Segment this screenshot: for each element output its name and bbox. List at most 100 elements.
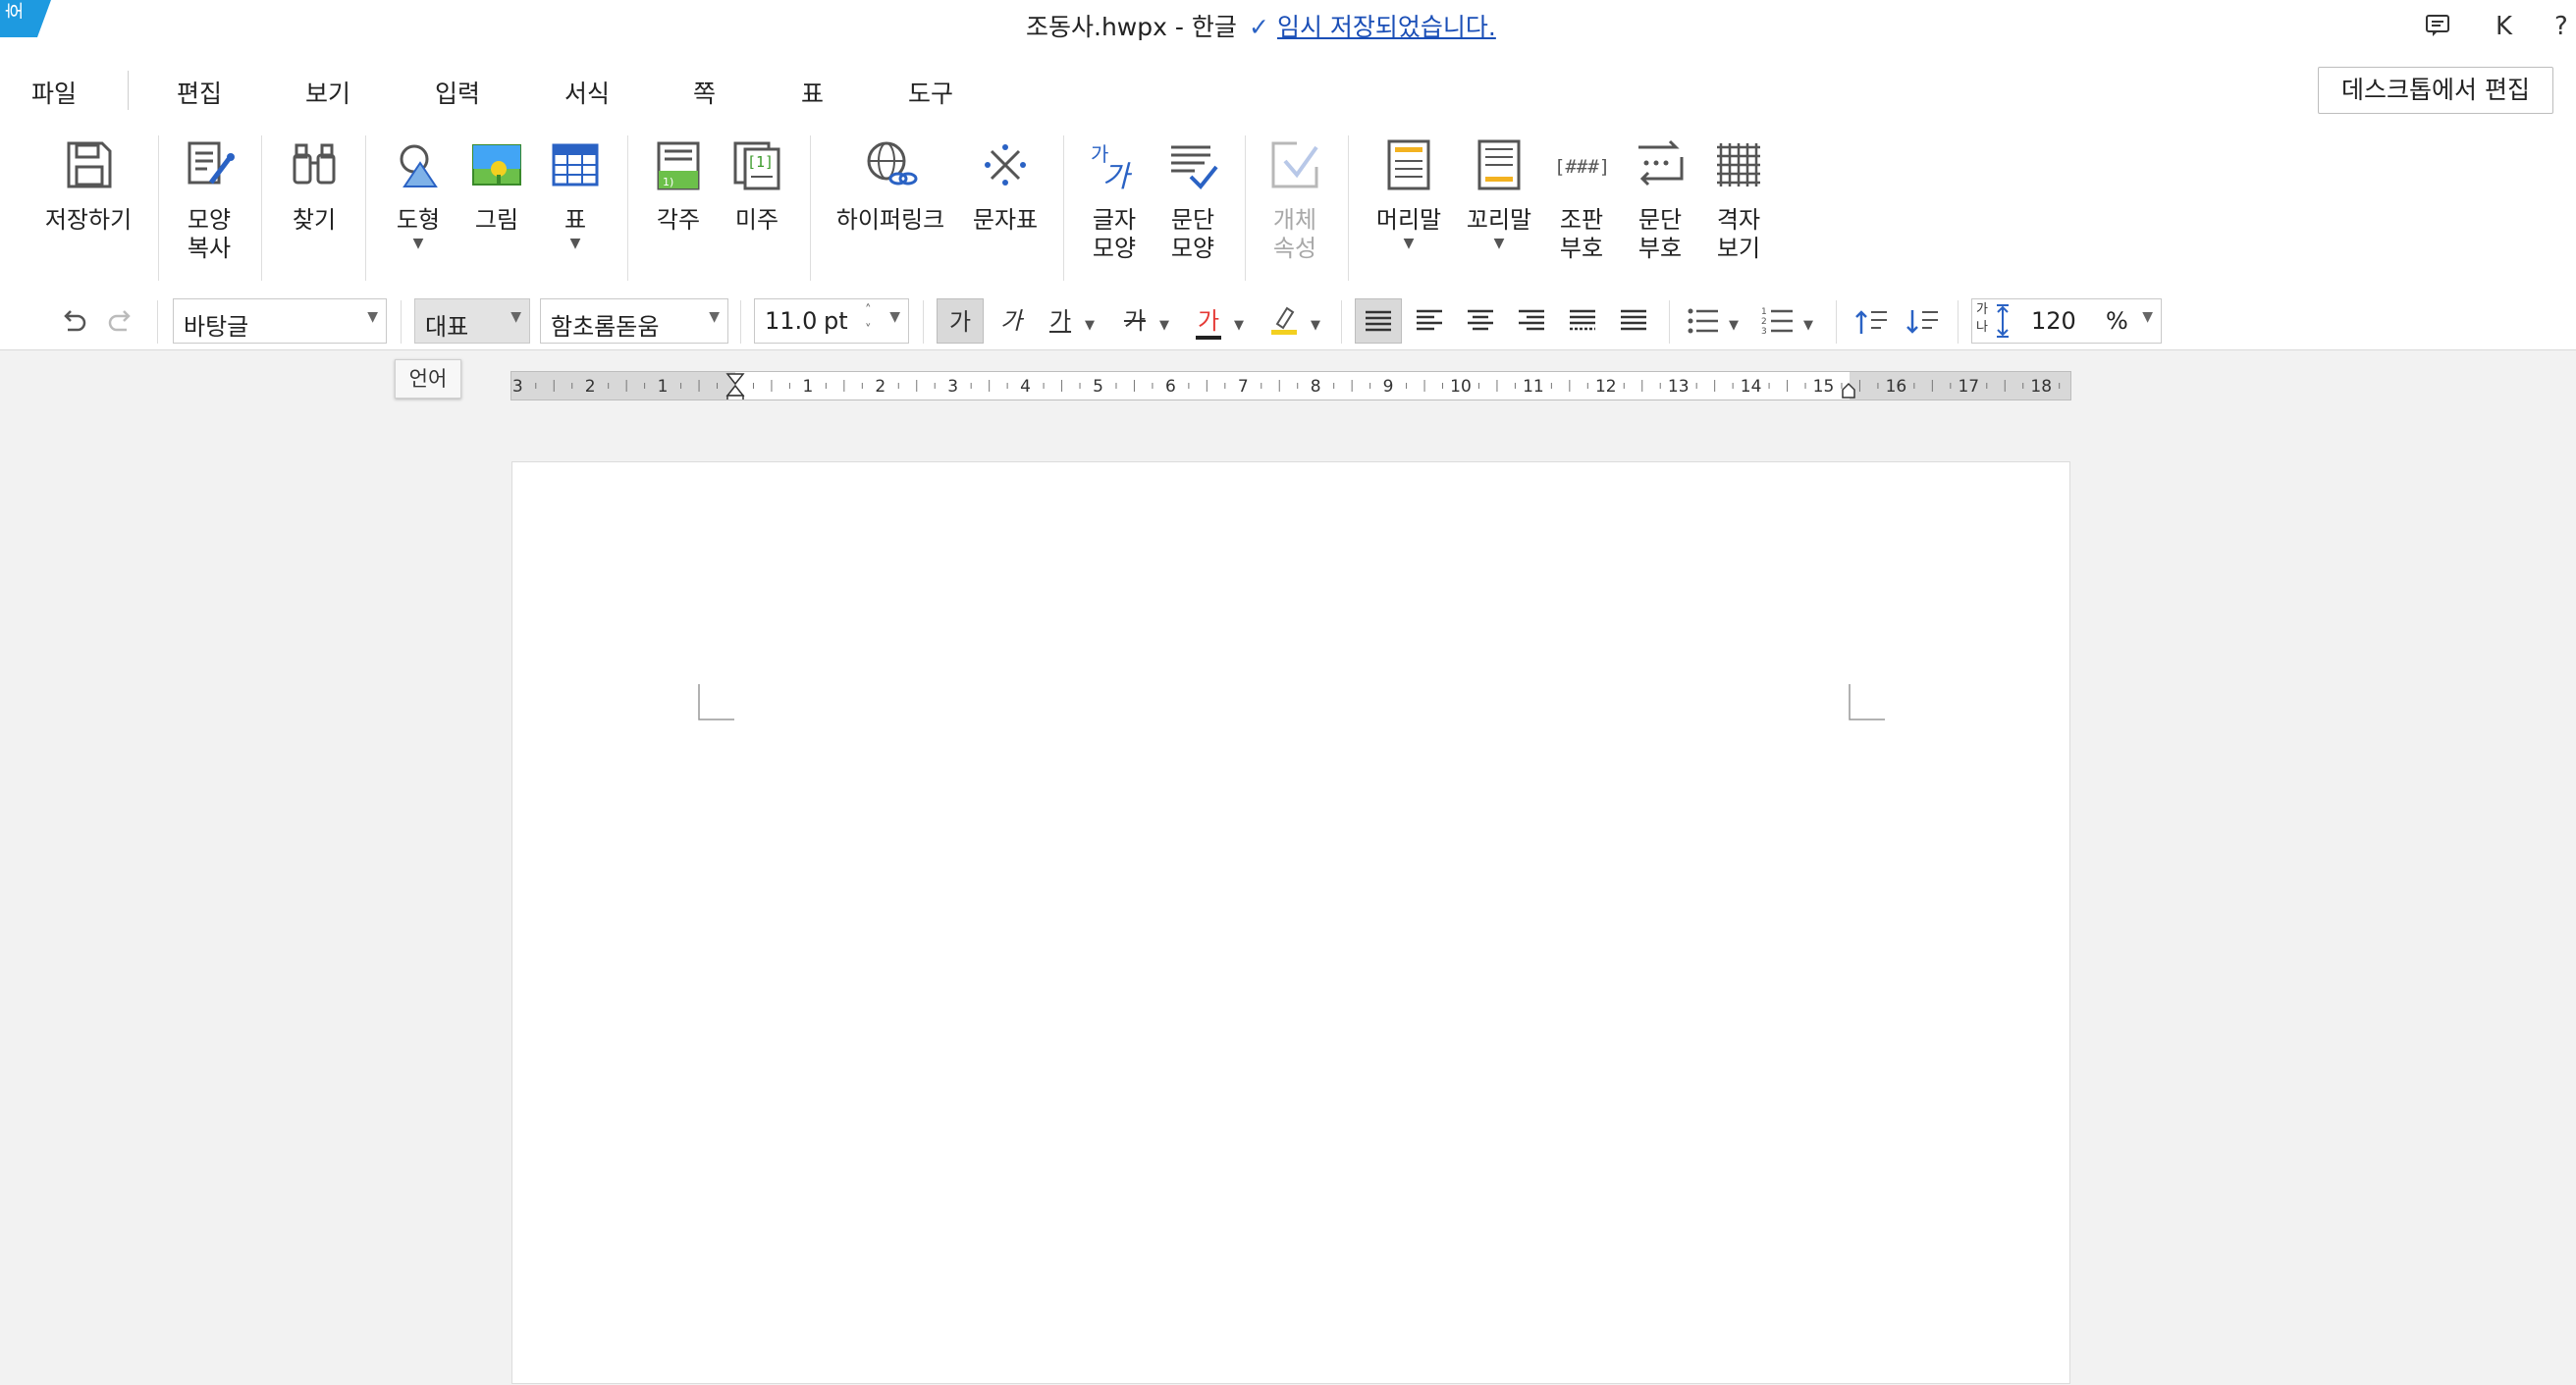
chevron-down-icon[interactable]: ▼ xyxy=(1455,236,1543,251)
chevron-down-icon[interactable]: ▼ xyxy=(539,236,612,251)
user-avatar[interactable]: K xyxy=(2496,12,2512,41)
ruler-label: 8 xyxy=(1311,377,1321,397)
align-right-button[interactable] xyxy=(1512,298,1551,344)
language-value: 대표 xyxy=(425,313,469,341)
font-size-input[interactable]: 11.0 pt ˄ ˅ ▼ xyxy=(754,298,909,344)
endnote-label: 미주 xyxy=(734,206,779,234)
title-bar: 조동사.hwpx - 한글 ✓ 임시 저장되었습니다. K ? xyxy=(0,0,2576,55)
ruler-label: 2 xyxy=(585,377,596,397)
control-codes-icon: [###] xyxy=(1554,156,1609,178)
ruler-label: 3 xyxy=(512,377,523,397)
style-value: 바탕글 xyxy=(184,313,249,341)
shape-button[interactable]: 도형 ▼ xyxy=(382,137,455,251)
toolbar-divider xyxy=(1958,300,1959,344)
edit-in-desktop-button[interactable]: 데스크톱에서 편집 xyxy=(2318,67,2553,114)
picture-button[interactable]: 그림 xyxy=(460,137,533,235)
para-shape-label: 문단 모양 xyxy=(1170,206,1215,262)
menu-format[interactable]: 서식 xyxy=(564,75,610,110)
menu-page[interactable]: 쪽 xyxy=(693,75,716,110)
picture-label: 그림 xyxy=(474,206,519,234)
chevron-down-icon[interactable]: ▼ xyxy=(1229,298,1249,344)
para-marks-button[interactable]: 문단 부호 xyxy=(1624,137,1696,263)
increase-level-button[interactable] xyxy=(1852,298,1891,344)
ribbon-divider xyxy=(1348,135,1349,281)
control-codes-button[interactable]: [###] 조판 부호 xyxy=(1545,137,1618,263)
chevron-down-icon[interactable]: ▼ xyxy=(1306,298,1325,344)
endnote-icon: [1] xyxy=(733,141,780,190)
save-status[interactable]: ✓ 임시 저장되었습니다. xyxy=(1249,8,1496,43)
svg-text:3: 3 xyxy=(1761,327,1767,336)
underline-button[interactable]: 가 xyxy=(1041,298,1080,344)
line-spacing-unit: % xyxy=(2106,307,2128,335)
header-icon xyxy=(1387,139,1430,190)
picture-icon xyxy=(472,144,521,186)
align-center-button[interactable] xyxy=(1461,298,1500,344)
font-color-button[interactable]: 가 xyxy=(1192,298,1225,344)
document-page[interactable] xyxy=(511,461,2070,1384)
footer-button[interactable]: 꼬리말 ▼ xyxy=(1455,137,1543,251)
line-spacing-glyph: 가 나 xyxy=(1976,302,1988,335)
align-center-icon xyxy=(1468,309,1493,331)
table-button[interactable]: 표 ▼ xyxy=(539,137,612,251)
numbered-list-button[interactable]: 123 xyxy=(1759,298,1797,344)
menu-insert[interactable]: 입력 xyxy=(435,75,480,110)
grid-view-button[interactable]: 격자 보기 xyxy=(1702,137,1775,263)
chevron-down-icon[interactable]: ▼ xyxy=(1154,298,1174,344)
hyperlink-button[interactable]: 하이퍼링크 xyxy=(825,137,956,235)
save-status-link[interactable]: 임시 저장되었습니다. xyxy=(1277,13,1496,41)
svg-text:1: 1 xyxy=(1761,307,1767,317)
style-select[interactable]: 바탕글 ▼ xyxy=(173,298,387,344)
chevron-down-icon[interactable]: ▼ xyxy=(382,236,455,251)
stepper-icon[interactable]: ˄ ˅ xyxy=(865,301,872,341)
ruler-label: 16 xyxy=(1886,377,1907,397)
distribute-icon xyxy=(1570,309,1595,331)
menu-view[interactable]: 보기 xyxy=(305,75,350,110)
endnote-button[interactable]: [1] 미주 xyxy=(721,137,793,235)
help-icon[interactable]: ? xyxy=(2554,12,2568,41)
footnote-button[interactable]: 1) 각주 xyxy=(642,137,715,235)
menu-tools[interactable]: 도구 xyxy=(908,75,953,110)
ruler-label: 9 xyxy=(1383,377,1394,397)
format-painter-button[interactable]: 모양 복사 xyxy=(173,137,245,263)
chevron-down-icon: ▼ xyxy=(367,309,378,325)
svg-text:[1]: [1] xyxy=(747,153,774,171)
chevron-down-icon[interactable]: ▼ xyxy=(1724,298,1744,344)
bullet-list-button[interactable] xyxy=(1685,298,1722,344)
shape-label: 도형 xyxy=(396,206,441,234)
shape-icon xyxy=(400,144,438,187)
decrease-level-button[interactable] xyxy=(1903,298,1942,344)
table-label: 표 xyxy=(564,206,587,234)
align-left-button[interactable] xyxy=(1410,298,1449,344)
undo-icon[interactable] xyxy=(55,298,90,344)
divide-button[interactable] xyxy=(1614,298,1653,344)
bold-button[interactable]: 가 xyxy=(937,298,984,344)
chevron-down-icon[interactable]: ▼ xyxy=(1080,298,1100,344)
header-button[interactable]: 머리말 ▼ xyxy=(1365,137,1453,251)
font-select[interactable]: 함초롬돋움 ▼ xyxy=(540,298,728,344)
italic-button[interactable]: 가 xyxy=(992,298,1031,344)
language-select[interactable]: 대표 ▼ xyxy=(414,298,530,344)
strikethrough-button[interactable]: 가 xyxy=(1115,298,1154,344)
distribute-button[interactable] xyxy=(1563,298,1602,344)
symbol-button[interactable]: 문자표 xyxy=(964,137,1046,235)
horizontal-ruler[interactable]: 3 2 1 1 2 3 4 5 6 7 8 9 10 11 12 13 14 15 16 17 18 xyxy=(510,371,2071,400)
line-spacing-input[interactable]: 가 나 120 % ▼ xyxy=(1971,298,2162,344)
menu-file[interactable]: 파일 xyxy=(31,75,77,110)
para-shape-button[interactable]: 문단 모양 xyxy=(1156,137,1229,263)
document-title: 조동사.hwpx - 한글 xyxy=(1026,13,1237,41)
menu-table[interactable]: 표 xyxy=(801,75,824,110)
char-shape-button[interactable]: 가가 글자 모양 xyxy=(1078,137,1151,263)
ruler-label: 5 xyxy=(1093,377,1103,397)
save-button[interactable]: 저장하기 xyxy=(29,137,147,235)
highlight-icon[interactable] xyxy=(1266,298,1302,344)
align-justify-button[interactable] xyxy=(1355,298,1402,344)
menu-edit[interactable]: 편집 xyxy=(177,75,222,110)
chevron-down-icon[interactable]: ▼ xyxy=(1365,236,1453,251)
comment-icon[interactable] xyxy=(2425,14,2450,44)
find-button[interactable]: 찾기 xyxy=(278,137,350,235)
chevron-down-icon[interactable]: ▼ xyxy=(1798,298,1818,344)
chevron-down-icon: ▼ xyxy=(709,309,720,325)
ruler-label: 10 xyxy=(1450,377,1472,397)
object-props-button: 개체 속성 xyxy=(1259,137,1331,263)
font-color-glyph: 가 xyxy=(1197,307,1220,335)
